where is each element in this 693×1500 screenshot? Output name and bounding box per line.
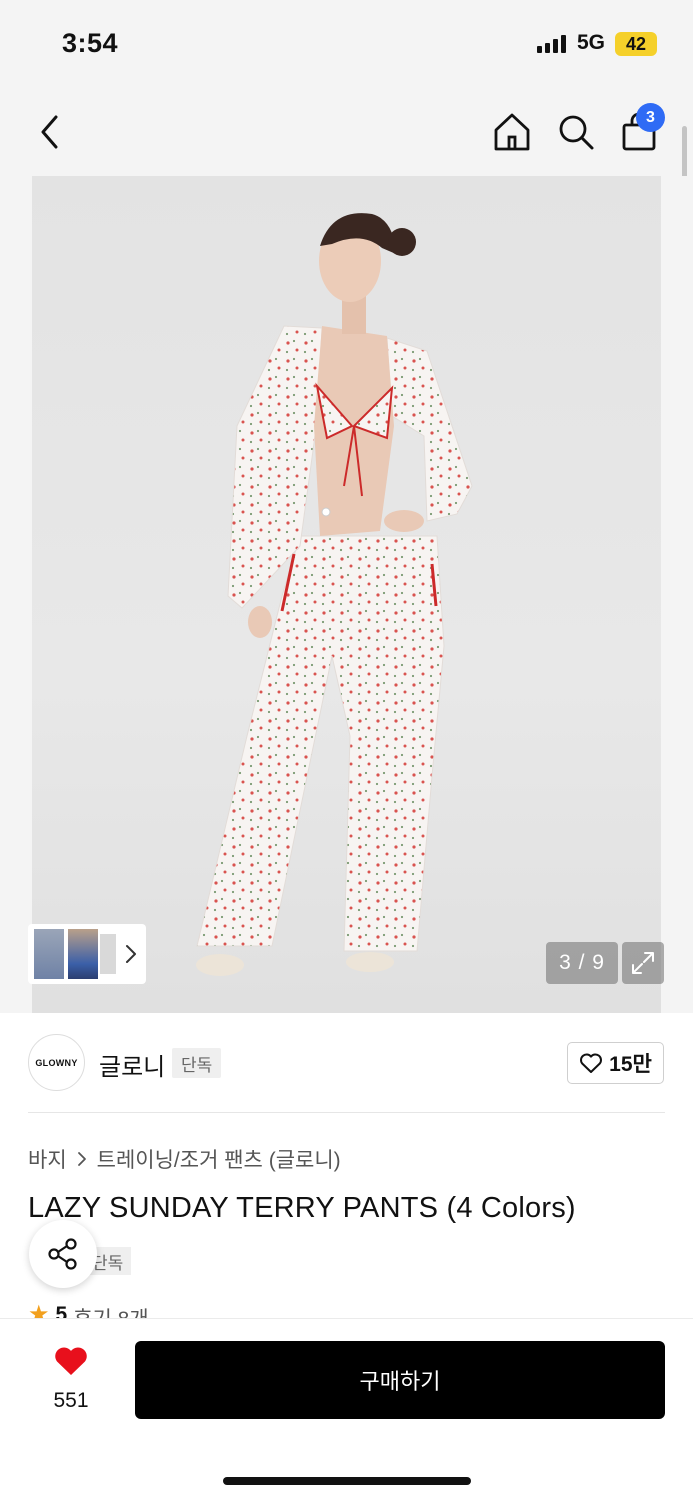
brand-row: GLOWNY 글로니 단독 15만 <box>0 1013 693 1113</box>
product-title: LAZY SUNDAY TERRY PANTS (4 Colors) <box>28 1192 576 1224</box>
product-gallery[interactable]: 3 / 9 <box>0 176 693 1013</box>
thumbnail-image[interactable] <box>34 929 64 979</box>
share-icon <box>48 1238 77 1270</box>
back-button[interactable] <box>34 112 68 152</box>
share-button[interactable] <box>29 1220 97 1288</box>
wishlist-count: 551 <box>53 1389 89 1412</box>
bottom-action-bar: 551 구매하기 <box>0 1318 693 1500</box>
cart-count-badge: 3 <box>636 103 665 132</box>
breadcrumb: 바지 트레이닝/조거 팬츠 (글로니) <box>28 1144 341 1174</box>
chevron-right-icon <box>77 1152 86 1166</box>
brand-logo[interactable]: GLOWNY <box>28 1034 85 1091</box>
chevron-right-icon[interactable] <box>124 942 138 966</box>
image-counter: 3 / 9 <box>546 942 618 984</box>
battery-indicator: 42 <box>615 32 657 56</box>
expand-icon <box>632 952 654 974</box>
network-type: 5G <box>577 31 606 54</box>
status-bar: 3:54 5G 42 <box>0 0 693 90</box>
breadcrumb-item[interactable]: 트레이닝/조거 팬츠 (글로니) <box>97 1144 341 1174</box>
exclusive-badge: 단독 <box>172 1048 222 1078</box>
status-time: 3:54 <box>62 28 119 58</box>
thumbnail-strip[interactable] <box>28 924 146 984</box>
search-button[interactable] <box>554 110 598 154</box>
thumbnail-image[interactable] <box>100 934 116 974</box>
home-icon <box>494 113 530 151</box>
navigation-bar <box>0 90 693 176</box>
chevron-left-icon <box>41 115 58 149</box>
model-illustration <box>196 213 473 976</box>
cellular-signal-icon <box>537 35 566 53</box>
wishlist-button[interactable]: 551 <box>36 1343 106 1419</box>
fullscreen-button[interactable] <box>622 942 664 984</box>
brand-like-count: 15만 <box>609 1053 652 1076</box>
thumbnail-image[interactable] <box>68 929 98 979</box>
heart-filled-icon <box>55 1347 87 1375</box>
home-button[interactable] <box>490 110 534 154</box>
heart-outline-icon <box>580 1053 603 1073</box>
divider <box>28 1112 665 1113</box>
brand-like-button[interactable]: 15만 <box>567 1042 664 1084</box>
buy-button[interactable]: 구매하기 <box>135 1341 665 1419</box>
brand-name[interactable]: 글로니 <box>99 1047 165 1082</box>
search-icon <box>559 115 594 150</box>
product-image <box>32 176 661 1013</box>
breadcrumb-item[interactable]: 바지 <box>28 1144 67 1174</box>
product-detail-page: 3:54 5G 42 3 3 / 9 GLOWNY 글로니 단독 15만 바지 … <box>0 0 693 1500</box>
home-indicator <box>223 1477 471 1485</box>
